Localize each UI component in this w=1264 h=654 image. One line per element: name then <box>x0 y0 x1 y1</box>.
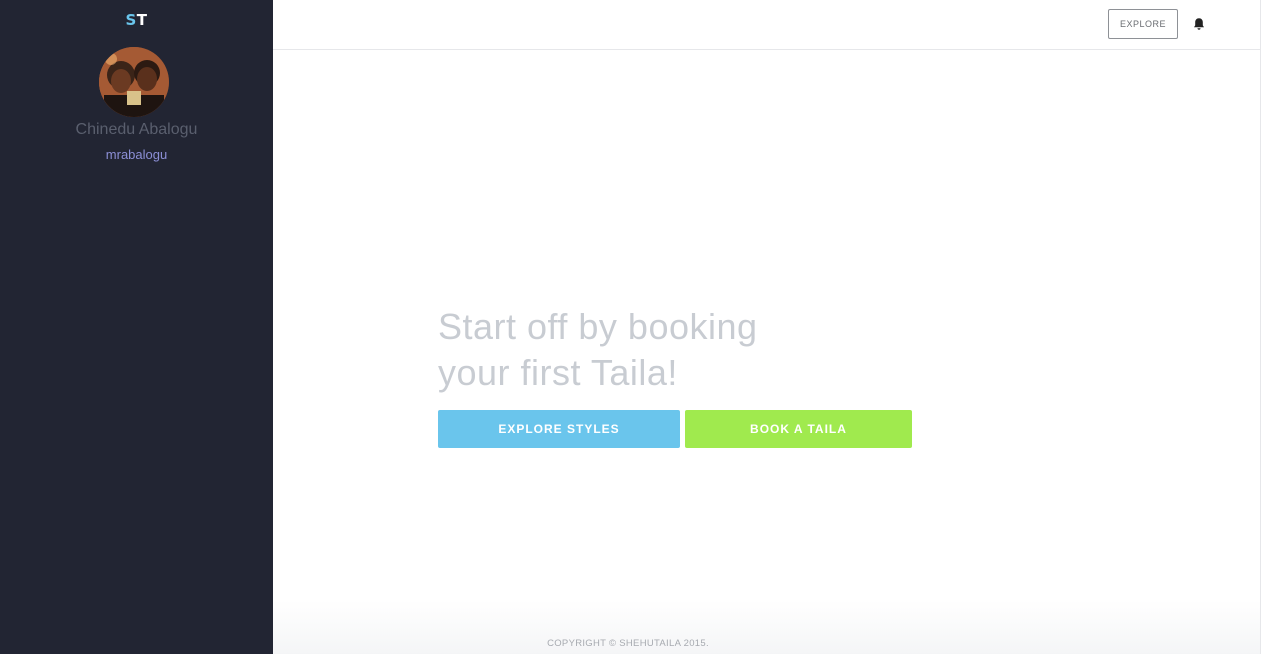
avatar[interactable] <box>99 47 169 117</box>
app-logo[interactable]: ST <box>0 11 273 29</box>
page-right-border <box>1260 0 1261 654</box>
logo-letter-s: S <box>125 11 137 29</box>
user-handle[interactable]: mrabalogu <box>0 147 273 162</box>
user-name: Chinedu Abalogu <box>75 121 198 138</box>
footer-copyright: COPYRIGHT © SHEHUTAILA 2015. <box>547 638 709 649</box>
book-taila-button[interactable]: BOOK A TAILA <box>685 410 912 448</box>
bell-icon[interactable] <box>1192 17 1206 31</box>
top-header: EXPLORE <box>273 0 1260 50</box>
explore-styles-button[interactable]: EXPLORE STYLES <box>438 410 680 448</box>
headline-line-1: Start off by booking <box>438 306 758 347</box>
headline-line-2: your first Taila! <box>438 352 678 393</box>
logo-letter-t: T <box>136 11 148 29</box>
page-headline: Start off by booking your first Taila! <box>438 304 938 396</box>
explore-button[interactable]: EXPLORE <box>1108 9 1178 39</box>
sidebar: ST Chinedu Abalogu mrabalogu <box>0 0 273 654</box>
